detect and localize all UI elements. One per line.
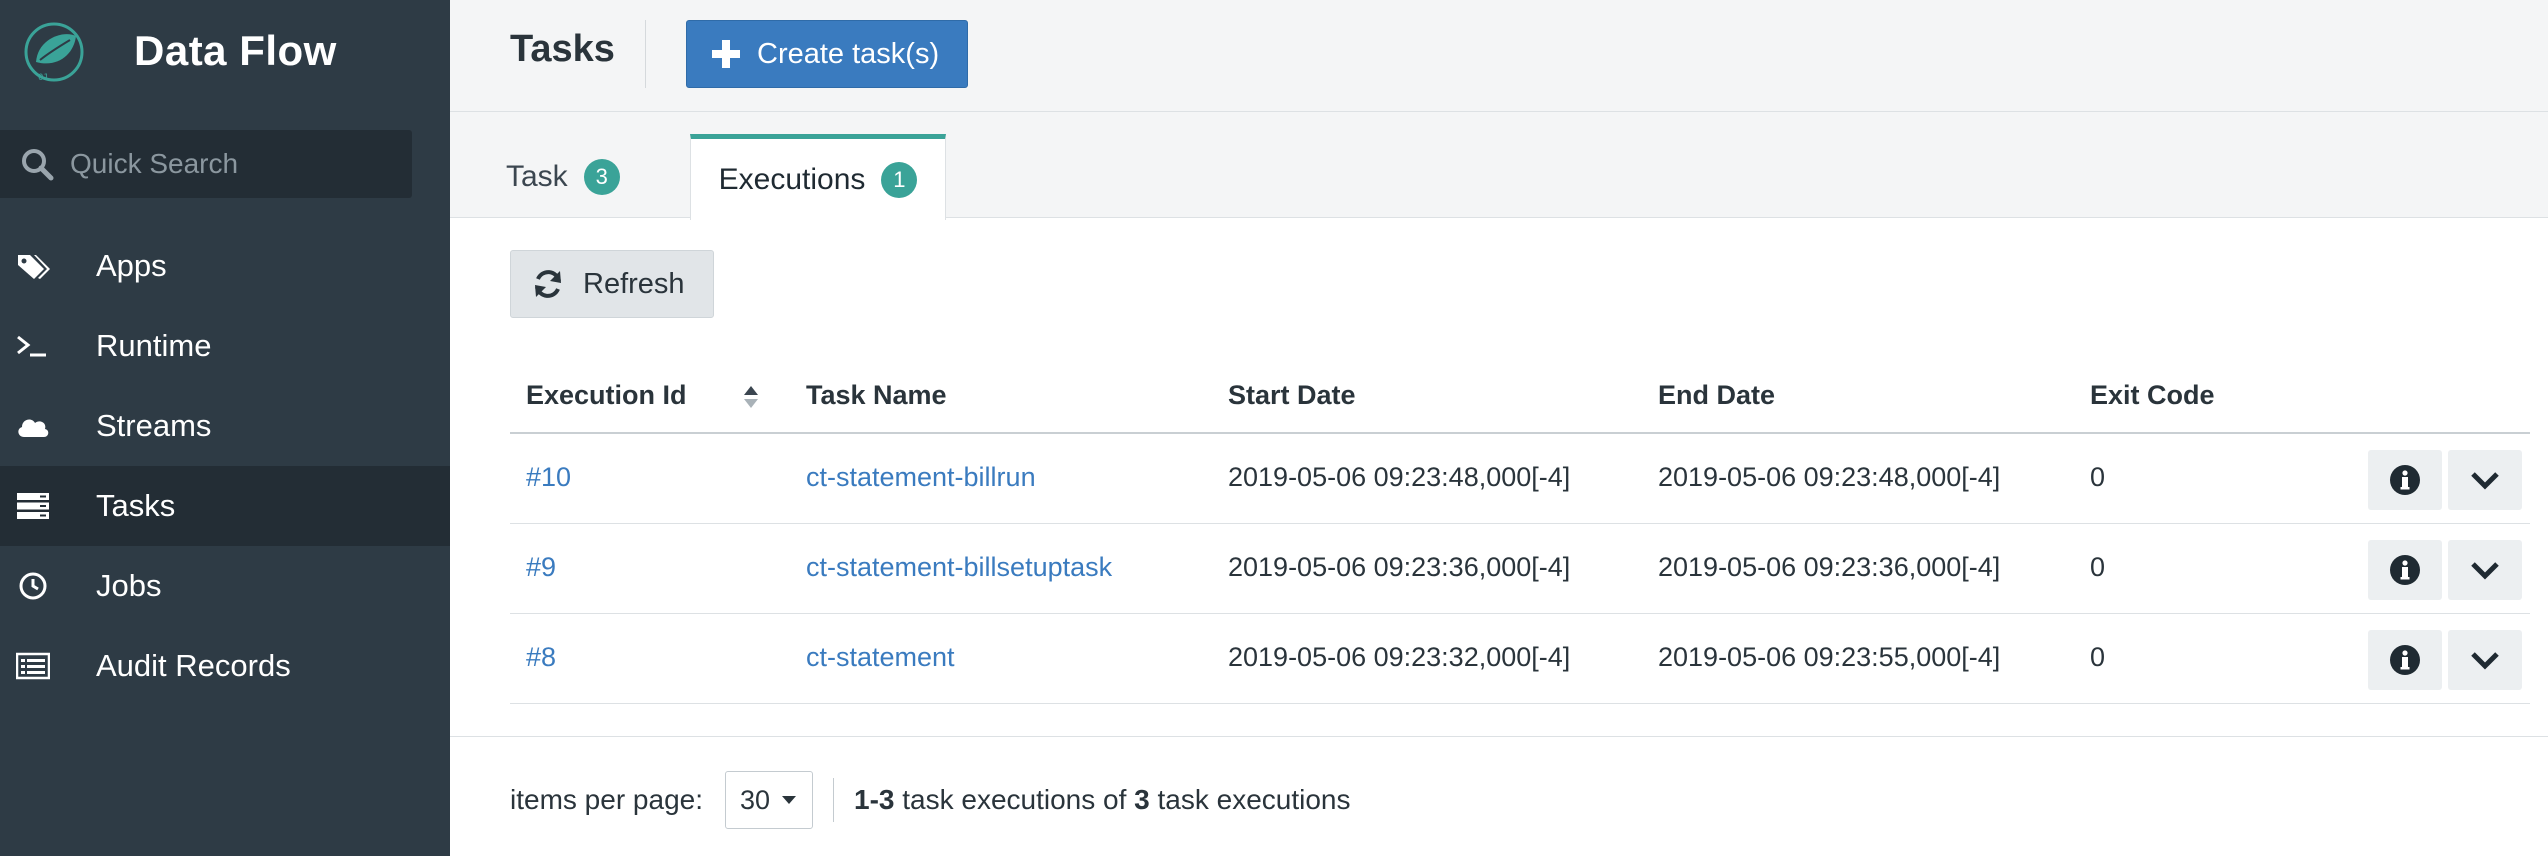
column-header-exit-code: Exit Code bbox=[2090, 380, 2215, 410]
tab-task[interactable]: Task 3 bbox=[506, 134, 620, 219]
info-icon bbox=[2390, 555, 2420, 585]
end-date: 2019-05-06 09:23:55,000[-4] bbox=[1658, 642, 2001, 672]
terminal-icon bbox=[16, 329, 50, 363]
sidebar: 01 Data Flow Apps bbox=[0, 0, 450, 856]
execution-id-link[interactable]: #8 bbox=[526, 642, 556, 673]
execution-id-link[interactable]: #10 bbox=[526, 462, 571, 493]
sidebar-item-label: Jobs bbox=[96, 568, 162, 603]
sidebar-item-tasks[interactable]: Tasks bbox=[0, 466, 450, 546]
total-count: 3 bbox=[1134, 784, 1150, 815]
sort-icon[interactable] bbox=[742, 384, 760, 410]
table-header: Execution Id Task Name Start Date End Da… bbox=[510, 360, 2530, 434]
cloud-icon bbox=[16, 409, 50, 443]
brand[interactable]: 01 Data Flow bbox=[14, 18, 337, 84]
divider bbox=[450, 736, 2548, 737]
plus-icon bbox=[712, 40, 740, 68]
column-header-start-date: Start Date bbox=[1228, 380, 1356, 410]
sidebar-item-streams[interactable]: Streams bbox=[0, 386, 450, 466]
tab-executions[interactable]: Executions 1 bbox=[690, 134, 946, 220]
page-range: 1-3 bbox=[854, 784, 895, 815]
tab-label: Task bbox=[506, 159, 568, 193]
details-button[interactable] bbox=[2368, 630, 2442, 690]
caret-down-icon bbox=[782, 796, 797, 804]
execution-id-link[interactable]: #9 bbox=[526, 552, 556, 583]
tags-icon bbox=[16, 249, 50, 283]
count-badge: 1 bbox=[881, 161, 918, 198]
pagination: items per page: 30 1-3 task executions o… bbox=[510, 770, 1351, 830]
svg-text:01: 01 bbox=[38, 73, 49, 83]
search-input[interactable] bbox=[70, 148, 390, 180]
sidebar-item-jobs[interactable]: Jobs bbox=[0, 546, 450, 626]
exit-code: 0 bbox=[2090, 642, 2106, 672]
refresh-icon bbox=[535, 270, 561, 298]
info-icon bbox=[2390, 465, 2420, 495]
row-actions bbox=[2368, 630, 2522, 690]
row-actions bbox=[2368, 450, 2522, 510]
end-date: 2019-05-06 09:23:48,000[-4] bbox=[1658, 462, 2001, 492]
row-menu-button[interactable] bbox=[2448, 450, 2522, 510]
server-icon bbox=[16, 489, 50, 523]
list-icon bbox=[16, 649, 50, 683]
divider bbox=[833, 778, 834, 822]
chevron-down-icon bbox=[2471, 472, 2499, 490]
page-title: Tasks bbox=[510, 28, 615, 70]
sidebar-item-label: Tasks bbox=[96, 488, 176, 523]
pagination-summary: 1-3 task executions of 3 task executions bbox=[854, 784, 1351, 816]
exit-code: 0 bbox=[2090, 462, 2106, 492]
items-per-page-select[interactable]: 30 bbox=[725, 771, 813, 829]
row-menu-button[interactable] bbox=[2448, 540, 2522, 600]
column-header-end-date: End Date bbox=[1658, 380, 1776, 410]
search-icon bbox=[22, 149, 54, 181]
chevron-down-icon bbox=[2471, 562, 2499, 580]
create-task-button[interactable]: Create task(s) bbox=[686, 20, 968, 88]
row-menu-button[interactable] bbox=[2448, 630, 2522, 690]
chevron-down-icon bbox=[2471, 652, 2499, 670]
clock-icon bbox=[16, 569, 50, 603]
sidebar-item-label: Audit Records bbox=[96, 648, 291, 683]
start-date: 2019-05-06 09:23:32,000[-4] bbox=[1228, 642, 1571, 672]
divider bbox=[645, 20, 646, 88]
brand-title: Data Flow bbox=[134, 27, 337, 74]
info-icon bbox=[2390, 645, 2420, 675]
sidebar-item-apps[interactable]: Apps bbox=[0, 226, 450, 306]
spring-leaf-logo-icon: 01 bbox=[24, 22, 84, 83]
items-per-page-label: items per page: bbox=[510, 784, 703, 815]
sidebar-item-runtime[interactable]: Runtime bbox=[0, 306, 450, 386]
column-header-task-name: Task Name bbox=[806, 380, 947, 410]
sidebar-item-audit-records[interactable]: Audit Records bbox=[0, 626, 450, 706]
start-date: 2019-05-06 09:23:48,000[-4] bbox=[1228, 462, 1571, 492]
summary-text: task executions bbox=[1149, 784, 1351, 815]
items-per-page-value: 30 bbox=[740, 784, 771, 815]
tab-label: Executions bbox=[718, 162, 866, 196]
sidebar-item-label: Streams bbox=[96, 408, 212, 443]
table-row: #10 ct-statement-billrun 2019-05-06 09:2… bbox=[510, 434, 2530, 524]
refresh-button[interactable]: Refresh bbox=[510, 250, 714, 318]
exit-code: 0 bbox=[2090, 552, 2106, 582]
column-header-execution-id[interactable]: Execution Id bbox=[526, 380, 687, 411]
quick-search bbox=[0, 130, 412, 198]
refresh-label: Refresh bbox=[583, 267, 685, 300]
table-row: #9 ct-statement-billsetuptask 2019-05-06… bbox=[510, 524, 2530, 614]
summary-text: task executions of bbox=[894, 784, 1135, 815]
start-date: 2019-05-06 09:23:36,000[-4] bbox=[1228, 552, 1571, 582]
sidebar-item-label: Apps bbox=[96, 248, 167, 283]
end-date: 2019-05-06 09:23:36,000[-4] bbox=[1658, 552, 2001, 582]
details-button[interactable] bbox=[2368, 540, 2442, 600]
count-badge: 3 bbox=[583, 158, 620, 195]
create-task-label: Create task(s) bbox=[757, 37, 940, 70]
table-row: #8 ct-statement 2019-05-06 09:23:32,000[… bbox=[510, 614, 2530, 704]
sidebar-item-label: Runtime bbox=[96, 328, 212, 363]
tab-bar: Task 3 Executions 1 bbox=[450, 112, 2548, 220]
details-button[interactable] bbox=[2368, 450, 2442, 510]
row-actions bbox=[2368, 540, 2522, 600]
task-name-link[interactable]: ct-statement-billsetuptask bbox=[806, 552, 1112, 583]
task-name-link[interactable]: ct-statement-billrun bbox=[806, 462, 1036, 493]
page-header: Tasks Create task(s) bbox=[450, 0, 2548, 112]
executions-table: Execution Id Task Name Start Date End Da… bbox=[510, 360, 2530, 704]
sidebar-nav: Apps Runtime Streams Tasks Jobs Audit Re… bbox=[0, 226, 450, 706]
task-name-link[interactable]: ct-statement bbox=[806, 642, 955, 673]
